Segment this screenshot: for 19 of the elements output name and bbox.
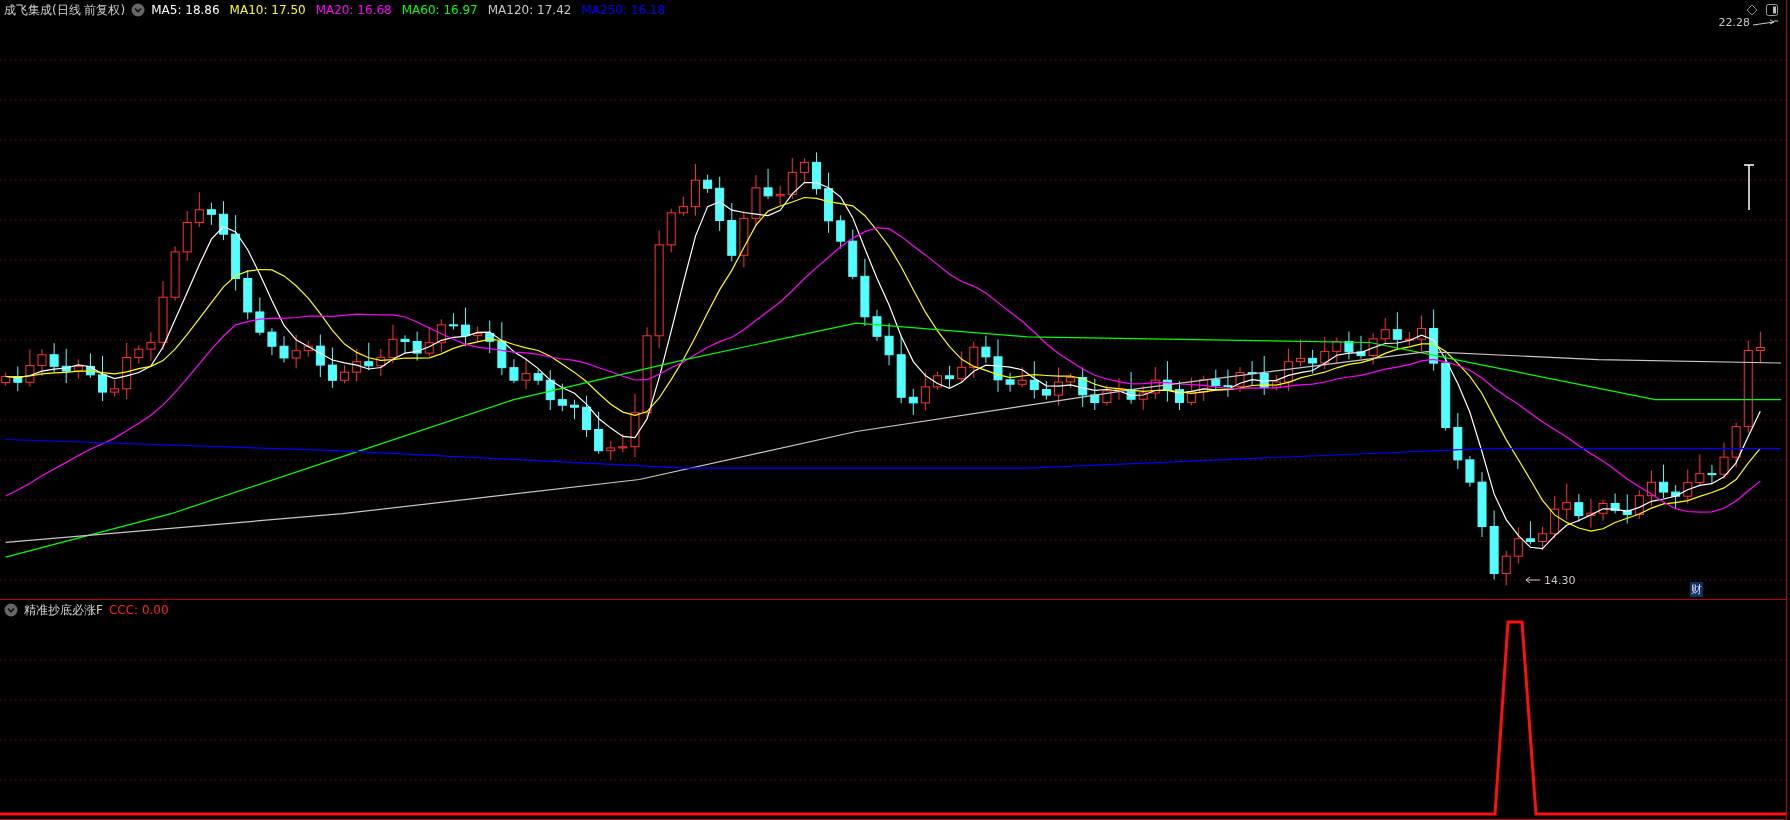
collapse-icon[interactable] [4, 603, 18, 617]
indicator-reading: CCC: 0.00 [108, 603, 169, 617]
collapse-icon[interactable] [131, 3, 146, 17]
panel-toggle-icon[interactable] [1766, 4, 1778, 16]
chart-title: 成飞集成(日线 前复权) [4, 1, 126, 19]
arrow-icon [1525, 576, 1541, 584]
moving-average-legend: MA250: 16.18 [581, 3, 666, 17]
moving-average-legend: MA10: 17.50 [229, 3, 306, 17]
low-price-label: 14.30 [1544, 574, 1576, 587]
diamond-icon[interactable] [1746, 4, 1758, 16]
moving-average-legend: MA60: 16.97 [401, 3, 478, 17]
moving-average-legend: MA20: 16.68 [315, 3, 392, 17]
arrow-icon [1752, 18, 1778, 27]
indicator-title: 精准抄底必涨F [24, 601, 103, 619]
moving-average-legend: MA120: 17.42 [487, 3, 572, 17]
high-price-label: 22.28 [1718, 16, 1778, 29]
finance-badge[interactable]: 财 [1690, 582, 1703, 597]
price-bar-icon [1743, 164, 1755, 211]
moving-average-legend: MA5: 18.86 [151, 3, 220, 17]
